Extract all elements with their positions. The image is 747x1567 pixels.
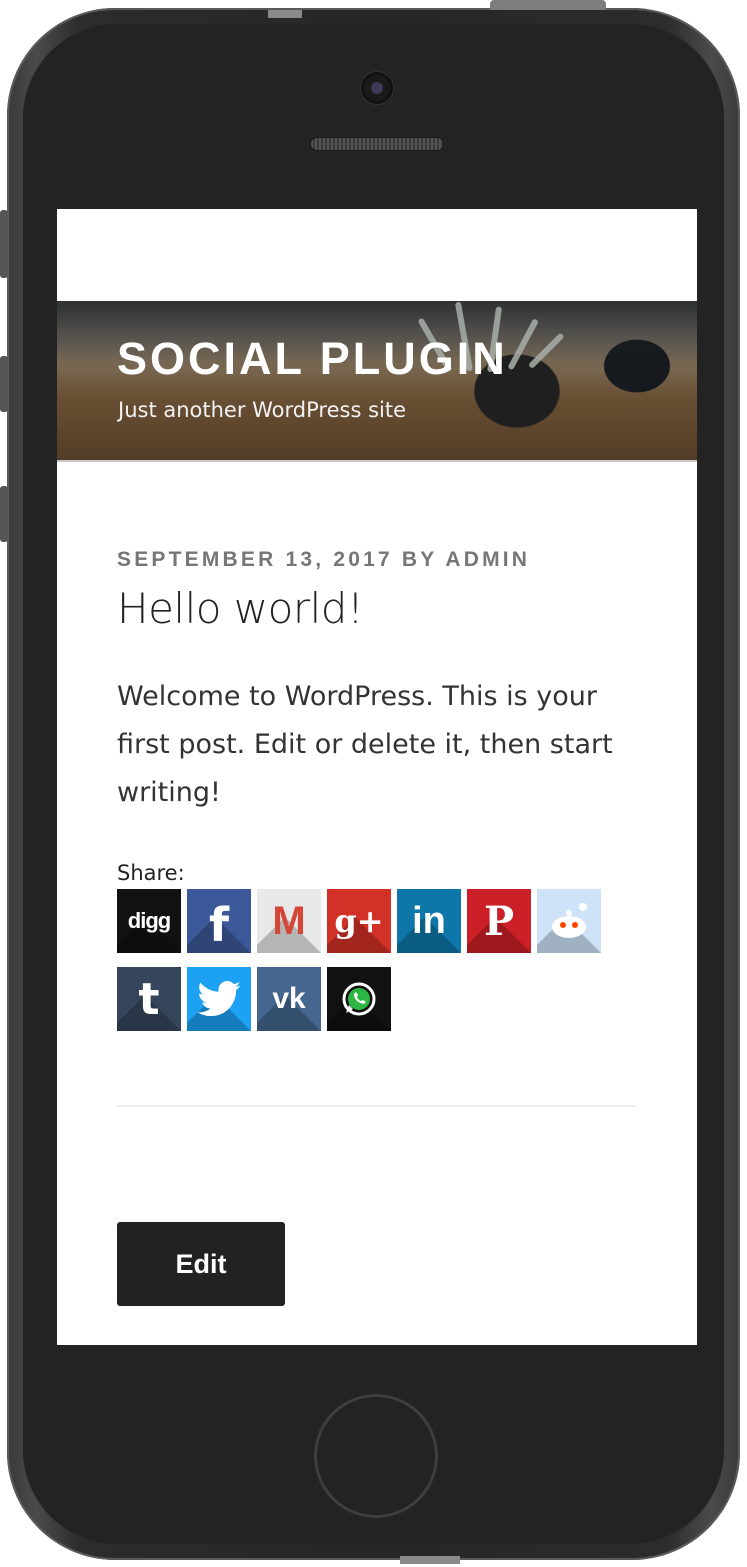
top-bar xyxy=(57,209,697,301)
twitter-icon[interactable] xyxy=(187,967,251,1031)
tumblr-glyph: t xyxy=(138,973,160,1025)
digg-glyph: digg xyxy=(127,908,171,933)
edit-button[interactable]: Edit xyxy=(117,1222,285,1306)
site-title[interactable]: SOCIAL PLUGIN xyxy=(117,333,508,385)
google-plus-glyph: g+ xyxy=(334,902,384,940)
whatsapp-icon[interactable] xyxy=(327,967,391,1031)
volume-up-button xyxy=(0,356,8,412)
facebook-icon[interactable]: f xyxy=(187,889,251,953)
linkedin-glyph: in xyxy=(412,899,446,942)
linkedin-icon[interactable]: in xyxy=(397,889,461,953)
vk-glyph: vk xyxy=(272,982,306,1015)
earpiece-speaker xyxy=(311,138,443,150)
pinterest-glyph: P xyxy=(483,897,515,945)
site-tagline: Just another WordPress site xyxy=(118,398,407,422)
pinterest-icon[interactable]: P xyxy=(467,889,531,953)
mute-switch xyxy=(0,210,8,278)
home-button[interactable] xyxy=(314,1394,438,1518)
reddit-icon[interactable] xyxy=(537,889,601,953)
share-label: Share: xyxy=(117,861,185,885)
phone-top-notch xyxy=(268,10,302,18)
content-divider xyxy=(117,1105,637,1107)
site-header: SOCIAL PLUGIN Just another WordPress sit… xyxy=(57,301,697,462)
digg-icon[interactable]: digg xyxy=(117,889,181,953)
twitter-glyph xyxy=(187,967,251,1031)
front-camera-icon xyxy=(361,72,393,104)
whatsapp-glyph xyxy=(327,967,391,1031)
browser-screen: SOCIAL PLUGIN Just another WordPress sit… xyxy=(57,209,697,1345)
gmail-glyph: M xyxy=(272,898,306,943)
post-content: SEPTEMBER 13, 2017 BY ADMIN Hello world!… xyxy=(57,548,697,1306)
power-button xyxy=(490,0,606,10)
facebook-glyph: f xyxy=(208,898,229,952)
tumblr-icon[interactable]: t xyxy=(117,967,181,1031)
google-plus-icon[interactable]: g+ xyxy=(327,889,391,953)
post-title[interactable]: Hello world! xyxy=(117,584,637,633)
phone-bottom-notch xyxy=(400,1556,460,1564)
vk-icon[interactable]: vk xyxy=(257,967,321,1031)
post-body: Welcome to WordPress. This is your first… xyxy=(117,681,613,808)
share-icons: digg f Mg+ in Pt vk xyxy=(117,889,617,1045)
reddit-glyph xyxy=(537,889,601,953)
header-divider xyxy=(57,460,697,462)
volume-down-button xyxy=(0,486,8,542)
post-meta[interactable]: SEPTEMBER 13, 2017 BY ADMIN xyxy=(117,548,637,572)
gmail-icon[interactable]: M xyxy=(257,889,321,953)
